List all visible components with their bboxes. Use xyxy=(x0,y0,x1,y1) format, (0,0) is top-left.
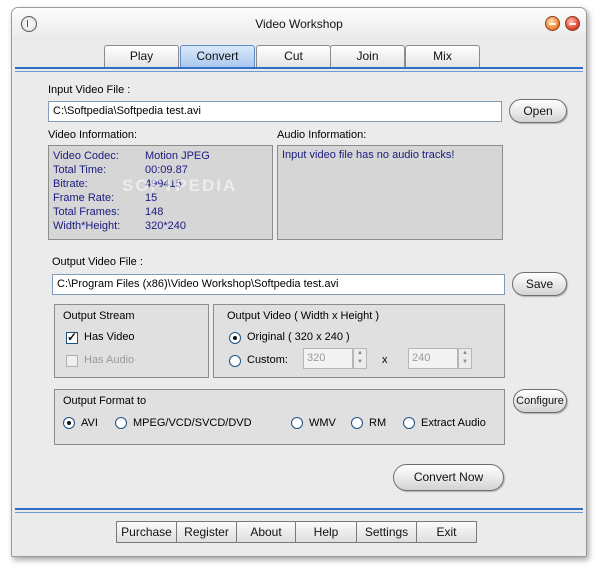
window-title: Video Workshop xyxy=(255,17,343,31)
configure-button[interactable]: Configure xyxy=(513,389,567,413)
format-mpeg-radio[interactable] xyxy=(115,417,127,429)
watermark: SOFTPEDIA xyxy=(122,176,238,195)
format-avi-label: AVI xyxy=(81,417,98,429)
video-info-label: Video Information: xyxy=(48,129,138,141)
output-video-group: Output Video ( Width x Height ) Original… xyxy=(213,304,505,378)
output-file-field[interactable]: C:\Program Files (x86)\Video Workshop\So… xyxy=(52,274,505,295)
minimize-button[interactable] xyxy=(545,16,560,31)
audio-info-label: Audio Information: xyxy=(277,129,367,141)
output-stream-title: Output Stream xyxy=(63,310,135,322)
save-button[interactable]: Save xyxy=(512,272,567,296)
original-size-radio[interactable] xyxy=(229,332,241,344)
output-file-label: Output Video File : xyxy=(52,256,143,268)
bottom-button-bar: Purchase Register About Help Settings Ex… xyxy=(116,521,477,543)
format-extract-audio-radio[interactable] xyxy=(403,417,415,429)
info-value: 320*240 xyxy=(145,220,186,232)
has-video-label: Has Video xyxy=(84,331,135,343)
audio-info-text: Input video file has no audio tracks! xyxy=(282,149,455,161)
format-extract-audio-label: Extract Audio xyxy=(421,417,486,429)
register-button[interactable]: Register xyxy=(176,521,237,543)
open-button[interactable]: Open xyxy=(509,99,567,123)
format-mpeg-label: MPEG/VCD/SVCD/DVD xyxy=(133,417,252,429)
purchase-button[interactable]: Purchase xyxy=(116,521,177,543)
has-video-checkbox[interactable] xyxy=(66,330,78,344)
height-spinner[interactable]: ▲ ▼ xyxy=(458,348,472,369)
input-file-label: Input Video File : xyxy=(48,84,131,96)
info-key: Frame Rate: xyxy=(53,192,115,204)
info-key: Video Codec: xyxy=(53,150,119,162)
info-row-frames: Total Frames: 148 xyxy=(53,205,268,219)
width-spinner[interactable]: ▲ ▼ xyxy=(353,348,367,369)
audio-info-box: Input video file has no audio tracks! xyxy=(277,145,503,240)
custom-height-field[interactable]: 240 xyxy=(408,348,458,369)
format-avi-radio[interactable] xyxy=(63,417,75,429)
times-label: x xyxy=(382,354,388,366)
format-rm-label: RM xyxy=(369,417,387,429)
has-audio-label: Has Audio xyxy=(84,354,135,366)
about-button[interactable]: About xyxy=(236,521,296,543)
input-file-field[interactable]: C:\Softpedia\Softpedia test.avi xyxy=(48,101,502,122)
info-key: Bitrate: xyxy=(53,178,88,190)
format-wmv-radio[interactable] xyxy=(291,417,303,429)
convert-now-button[interactable]: Convert Now xyxy=(393,464,504,491)
exit-button[interactable]: Exit xyxy=(416,521,477,543)
tab-divider-thin xyxy=(15,71,583,72)
output-video-title: Output Video ( Width x Height ) xyxy=(227,310,380,322)
info-row-time: Total Time: 00:09.87 xyxy=(53,163,268,177)
info-value: 00:09.87 xyxy=(145,164,188,176)
bottom-divider xyxy=(15,508,583,510)
output-format-group: Output Format to AVI MPEG/VCD/SVCD/DVD W… xyxy=(54,389,505,445)
settings-button[interactable]: Settings xyxy=(356,521,417,543)
info-value: 148 xyxy=(145,206,164,218)
custom-size-radio[interactable] xyxy=(229,355,241,367)
info-row-codec: Video Codec: Motion JPEG xyxy=(53,149,268,163)
custom-size-label: Custom: xyxy=(247,354,288,366)
tab-mix[interactable]: Mix xyxy=(405,45,480,67)
title-bar[interactable]: Video Workshop xyxy=(12,8,586,40)
info-key: Width*Height: xyxy=(53,220,121,232)
tab-play[interactable]: Play xyxy=(104,45,179,67)
output-stream-group: Output Stream Has Video Has Audio xyxy=(54,304,209,378)
format-rm-radio[interactable] xyxy=(351,417,363,429)
custom-width-field[interactable]: 320 xyxy=(303,348,353,369)
info-row-size: Width*Height: 320*240 xyxy=(53,219,268,233)
help-button[interactable]: Help xyxy=(295,521,357,543)
app-window: Video Workshop Play Convert Cut Join Mix… xyxy=(11,7,587,557)
original-size-label: Original ( 320 x 240 ) xyxy=(247,331,350,343)
tab-divider xyxy=(15,67,583,69)
info-value: Motion JPEG xyxy=(145,150,210,162)
output-format-title: Output Format to xyxy=(63,395,147,407)
bottom-divider-thin xyxy=(15,512,583,513)
has-audio-checkbox[interactable] xyxy=(66,355,78,367)
close-button[interactable] xyxy=(565,16,580,31)
tab-cut[interactable]: Cut xyxy=(256,45,331,67)
info-key: Total Frames: xyxy=(53,206,120,218)
tab-join[interactable]: Join xyxy=(330,45,405,67)
tab-convert[interactable]: Convert xyxy=(180,45,255,67)
format-wmv-label: WMV xyxy=(309,417,336,429)
info-key: Total Time: xyxy=(53,164,107,176)
